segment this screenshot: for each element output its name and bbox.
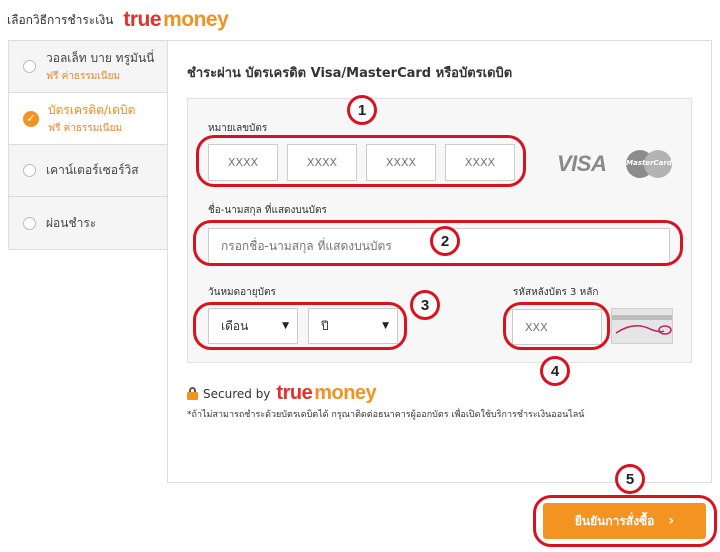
card-number-field-4[interactable] <box>445 144 515 181</box>
card-number-field-1[interactable] <box>208 144 278 181</box>
cardholder-name-label: ชื่อ-นามสกุล ที่แสดงบนบัตร <box>208 205 327 216</box>
sidebar-item-installment[interactable]: ผ่อนชำระ <box>9 197 168 249</box>
sidebar-item-label: บัตรเครดิต/เดบิต <box>48 103 136 117</box>
annotation-number-5: 5 <box>615 464 645 494</box>
sidebar-item-label: เคาน์เตอร์เซอร์วิส <box>46 163 139 177</box>
card-number-label: หมายเลขบัตร <box>208 123 268 134</box>
radio-unselected-icon[interactable] <box>23 164 36 177</box>
annotation-number-1: 1 <box>347 95 377 125</box>
lock-icon <box>187 387 198 400</box>
expiry-year-value: ปี <box>321 318 329 333</box>
expiry-month-value: เดือน <box>221 318 249 333</box>
sidebar-item-wallet[interactable]: วอลเล็ท บาย ทรูมันนี่ ฟรี ค่าธรรมเนียม <box>9 41 168 93</box>
logo-money-text: money <box>163 8 229 31</box>
payment-method-sidebar: วอลเล็ท บาย ทรูมันนี่ ฟรี ค่าธรรมเนียม ✓… <box>8 40 168 250</box>
logo-true-text: true <box>276 382 313 404</box>
confirm-order-button[interactable]: ยืนยันการสั่งซื้อ › <box>543 503 706 539</box>
annotation-number-2: 2 <box>430 226 460 256</box>
chevron-right-icon: › <box>668 513 675 529</box>
expiry-year-select[interactable]: ปี ▼ <box>308 308 398 344</box>
page-title: เลือกวิธีการชำระเงิน <box>7 12 114 27</box>
sidebar-item-label: วอลเล็ท บาย ทรูมันนี่ <box>46 51 155 65</box>
secured-text: Secured by <box>203 386 271 401</box>
check-circle-icon: ✓ <box>23 110 39 127</box>
card-back-cvv-icon <box>611 308 673 344</box>
sidebar-item-sub: ฟรี ค่าธรรมเนียม <box>46 71 121 82</box>
annotation-number-3: 3 <box>410 290 440 320</box>
dropdown-arrow-icon: ▼ <box>282 321 289 331</box>
cvv-input[interactable] <box>512 309 602 345</box>
mastercard-logo-text: MasterCard <box>626 159 672 167</box>
annotation-number-4: 4 <box>540 356 570 386</box>
sidebar-item-counter-service[interactable]: เคาน์เตอร์เซอร์วิส <box>9 145 168 197</box>
visa-logo: VISA <box>557 151 607 176</box>
mastercard-logo: MasterCard <box>626 150 672 178</box>
sidebar-item-sub: ฟรี ค่าธรรมเนียม <box>48 123 123 134</box>
panel-title: ชำระผ่าน บัตรเครดิต Visa/MasterCard หรือ… <box>187 66 513 81</box>
card-number-field-2[interactable] <box>287 144 357 181</box>
card-payment-panel: ชำระผ่าน บัตรเครดิต Visa/MasterCard หรือ… <box>167 40 712 483</box>
sidebar-item-label: ผ่อนชำระ <box>46 215 97 230</box>
dropdown-arrow-icon: ▼ <box>382 321 389 331</box>
debit-card-note: *ถ้าไม่สามารถชำระด้วยบัตรเดบิตได้ กรุณาต… <box>187 410 585 420</box>
card-number-field-3[interactable] <box>366 144 436 181</box>
truemoney-logo: true money <box>123 8 228 32</box>
logo-true-text: true <box>123 8 162 31</box>
expiry-month-select[interactable]: เดือน ▼ <box>208 308 298 344</box>
logo-money-text: money <box>314 382 377 404</box>
radio-unselected-icon[interactable] <box>23 60 36 73</box>
radio-unselected-icon[interactable] <box>23 216 36 230</box>
cvv-label: รหัสหลังบัตร 3 หลัก <box>513 287 599 298</box>
sidebar-item-credit-card[interactable]: ✓ บัตรเครดิต/เดบิต ฟรี ค่าธรรมเนียม <box>9 93 168 145</box>
confirm-order-label: ยืนยันการสั่งซื้อ <box>574 513 655 528</box>
expiry-label: วันหมดอายุบัตร <box>208 287 276 298</box>
header: เลือกวิธีการชำระเงิน true money <box>7 8 229 32</box>
secured-by-badge: Secured by true money <box>187 382 377 405</box>
truemoney-logo: true money <box>276 382 376 405</box>
